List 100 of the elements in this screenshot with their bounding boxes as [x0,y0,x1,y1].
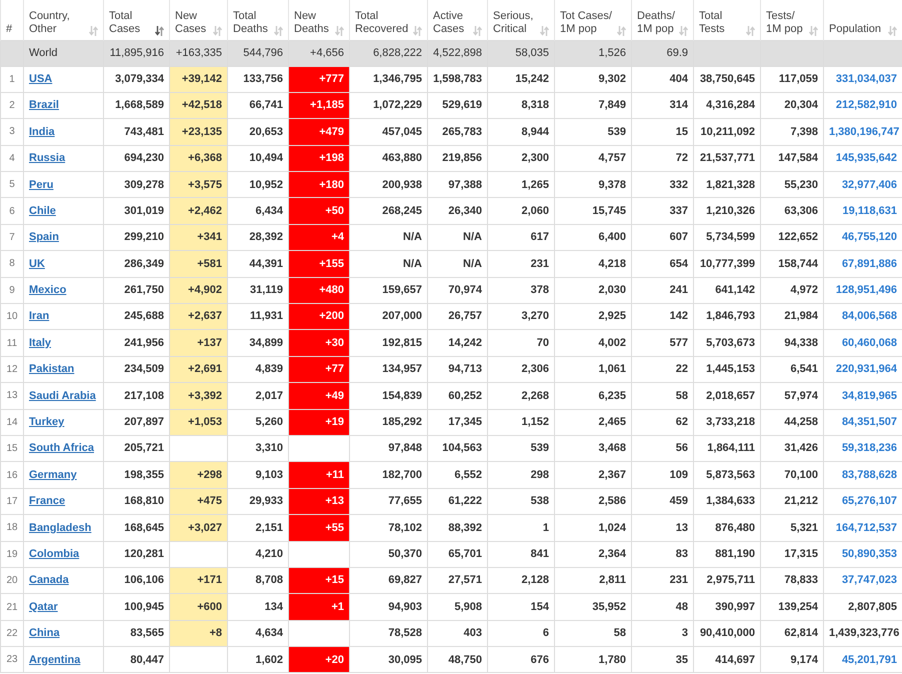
deaths-per-million-cell: 577 [632,330,694,356]
new-cases-cell: +171 [170,567,228,594]
total-recovered-cell: N/A [350,224,428,251]
deaths-per-million-cell: 3 [632,620,694,647]
country-link[interactable]: Qatar [29,600,58,613]
tests-per-million-cell: 55,230 [760,172,824,198]
new-cases-cell: +163,335 [170,40,228,66]
sort-icon [679,26,688,36]
total-recovered-cell: 1,346,795 [350,66,428,92]
sort-icon [809,26,818,36]
column-header[interactable]: Country, Other [24,0,104,40]
total-tests-cell: 2,975,711 [694,567,760,594]
column-header[interactable]: Population [824,0,902,40]
cases-per-million-cell: 9,302 [554,66,632,92]
new-cases-cell: +2,637 [170,304,228,330]
row-number: 9 [0,277,24,304]
country-cell: World [24,40,104,66]
country-link[interactable]: Chile [29,204,56,217]
cases-per-million-cell: 6,400 [554,224,632,251]
deaths-per-million-cell: 607 [632,224,694,251]
column-header[interactable]: Tot Cases/ 1M pop [554,0,632,40]
cases-per-million-cell: 7,849 [554,92,632,119]
total-tests-cell: 881,190 [694,541,760,568]
country-link[interactable]: USA [29,72,52,85]
tests-per-million-cell: 57,974 [760,382,824,410]
new-cases-cell: +1,053 [170,409,228,436]
deaths-per-million-cell: 58 [632,382,694,410]
serious-critical-cell: 538 [488,488,554,515]
country-link[interactable]: Italy [29,336,52,349]
total-tests-cell: 90,410,000 [694,620,760,647]
cases-per-million-cell: 15,745 [554,198,632,224]
new-cases-cell: +42,518 [170,92,228,119]
total-recovered-cell: 94,903 [350,594,428,620]
serious-critical-cell: 58,035 [488,40,554,66]
active-cases-cell: 265,783 [428,118,488,146]
cases-per-million-cell: 2,811 [554,567,632,594]
new-deaths-cell: +1,185 [288,92,350,119]
serious-critical-cell: 8,944 [488,118,554,146]
cases-per-million-cell: 6,235 [554,382,632,410]
new-deaths-cell: +77 [288,356,350,383]
total-tests-cell: 4,316,284 [694,92,760,119]
row-number: 21 [0,594,24,620]
cases-per-million-cell: 35,952 [554,594,632,620]
column-header[interactable]: New Deaths [288,0,350,40]
new-cases-cell: +581 [170,250,228,278]
total-tests-cell: 2,018,657 [694,382,760,410]
tests-per-million-cell: 147,584 [760,145,824,172]
column-header: # [0,0,24,40]
country-link[interactable]: Brazil [29,99,59,112]
deaths-per-million-cell: 83 [632,541,694,568]
row-number: 19 [0,541,24,568]
active-cases-cell: 27,571 [428,567,488,594]
column-header[interactable]: New Cases [170,0,228,40]
cases-per-million-cell: 3,468 [554,435,632,462]
column-header[interactable]: Total Recovered [350,0,428,40]
column-header[interactable]: Total Cases [104,0,170,40]
sort-icon [274,26,283,36]
total-tests-cell: 1,210,326 [694,198,760,224]
tests-per-million-cell: 5,321 [760,514,824,542]
column-header[interactable]: Active Cases [428,0,488,40]
column-header[interactable]: Total Tests [694,0,760,40]
tests-per-million-cell: 117,059 [760,66,824,92]
tests-per-million-cell: 21,984 [760,304,824,330]
new-deaths-cell: +19 [288,409,350,436]
tests-per-million-cell: 158,744 [760,250,824,278]
serious-critical-cell: 2,128 [488,567,554,594]
new-deaths-cell: +155 [288,250,350,278]
row-number: 23 [0,646,24,673]
new-cases-cell: +6,368 [170,145,228,172]
total-recovered-cell: 50,370 [350,541,428,568]
cases-per-million-cell: 2,030 [554,277,632,304]
sort-icon [540,26,549,36]
cases-per-million-cell: 1,024 [554,514,632,542]
active-cases-cell: 97,388 [428,172,488,198]
total-recovered-cell: 78,528 [350,620,428,647]
country-link[interactable]: Peru [29,178,54,190]
total-tests-cell: 1,384,633 [694,488,760,515]
new-cases-cell: +2,691 [170,356,228,383]
total-tests-cell: 641,142 [694,277,760,304]
total-tests-cell: 5,703,673 [694,330,760,356]
active-cases-cell: 403 [428,620,488,647]
cases-per-million-cell: 58 [554,620,632,647]
country-link[interactable]: UK [29,258,45,270]
country-link[interactable]: India [29,126,55,138]
tests-per-million-cell: 20,304 [760,92,824,119]
country-link[interactable]: Spain [29,231,59,244]
column-header[interactable]: Serious, Critical [488,0,554,40]
column-header[interactable]: Tests/ 1M pop [760,0,824,40]
tests-per-million-cell: 17,315 [760,541,824,568]
total-tests-cell: 1,821,328 [694,172,760,198]
total-cases-cell: 120,281 [104,541,170,568]
deaths-per-million-cell: 314 [632,92,694,119]
column-header[interactable]: Deaths/ 1M pop [632,0,694,40]
column-header[interactable]: Total Deaths [228,0,288,40]
active-cases-cell: 70,974 [428,277,488,304]
active-cases-cell: 94,713 [428,356,488,383]
tests-per-million-cell: 44,258 [760,409,824,436]
country-link[interactable]: China [29,627,60,640]
country-link[interactable]: Iran [29,310,50,322]
cases-per-million-cell: 4,218 [554,250,632,278]
